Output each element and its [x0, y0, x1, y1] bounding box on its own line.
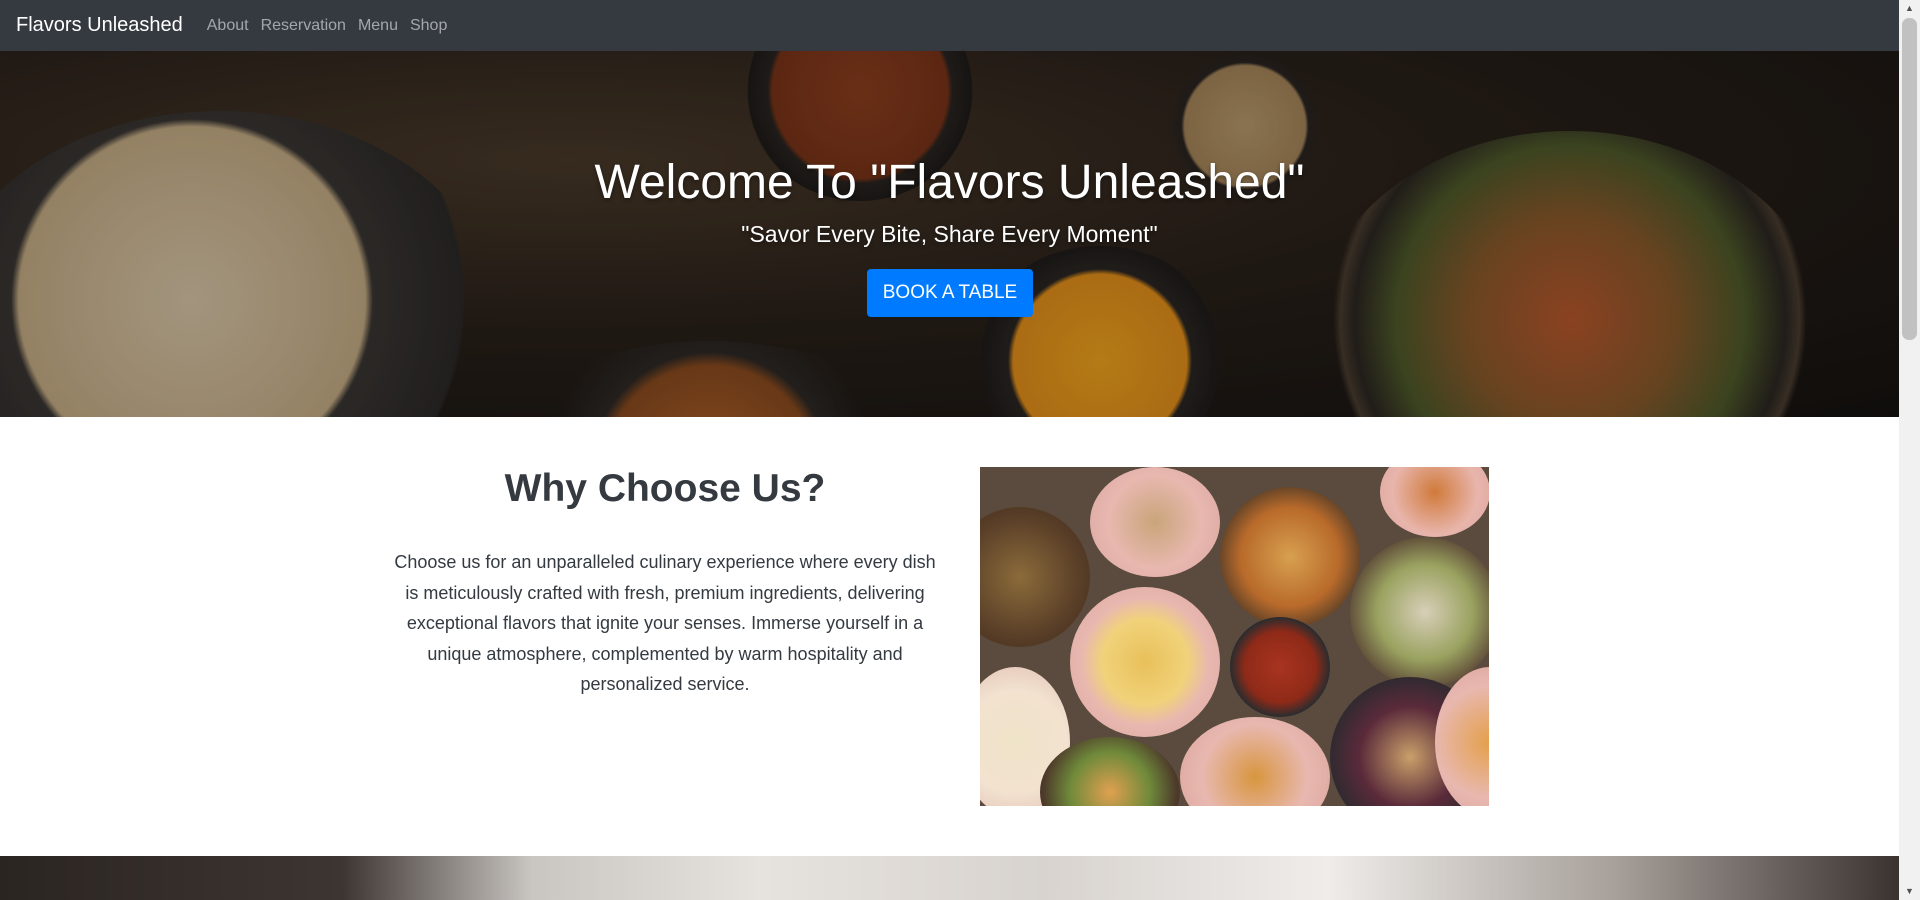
nav-link-reservation[interactable]: Reservation — [261, 17, 346, 35]
nav-link-about[interactable]: About — [207, 17, 249, 35]
hero-subtitle: "Savor Every Bite, Share Every Moment" — [741, 221, 1158, 247]
hero-banner: Welcome To "Flavors Unleashed" "Savor Ev… — [0, 51, 1899, 417]
hero-title: Welcome To "Flavors Unleashed" — [594, 156, 1305, 209]
navbar: Flavors Unleashed About Reservation Menu… — [0, 0, 1899, 51]
chef-section-preview — [0, 856, 1899, 900]
chevron-up-icon[interactable]: ▲ — [1899, 0, 1920, 17]
book-table-button[interactable]: BOOK A TABLE — [867, 269, 1033, 317]
scrollbar-thumb[interactable] — [1902, 18, 1917, 340]
hero-content: Welcome To "Flavors Unleashed" "Savor Ev… — [0, 51, 1899, 417]
why-choose-text: Choose us for an unparalleled culinary e… — [394, 552, 936, 695]
food-spread-image — [980, 467, 1489, 806]
brand-logo[interactable]: Flavors Unleashed — [16, 14, 183, 37]
chevron-down-icon[interactable]: ▼ — [1899, 883, 1920, 900]
nav-link-menu[interactable]: Menu — [358, 17, 398, 35]
page-scrollbar[interactable]: ▲ ▼ — [1899, 0, 1920, 900]
why-choose-title: Why Choose Us? — [504, 467, 826, 510]
nav-link-shop[interactable]: Shop — [410, 17, 447, 35]
